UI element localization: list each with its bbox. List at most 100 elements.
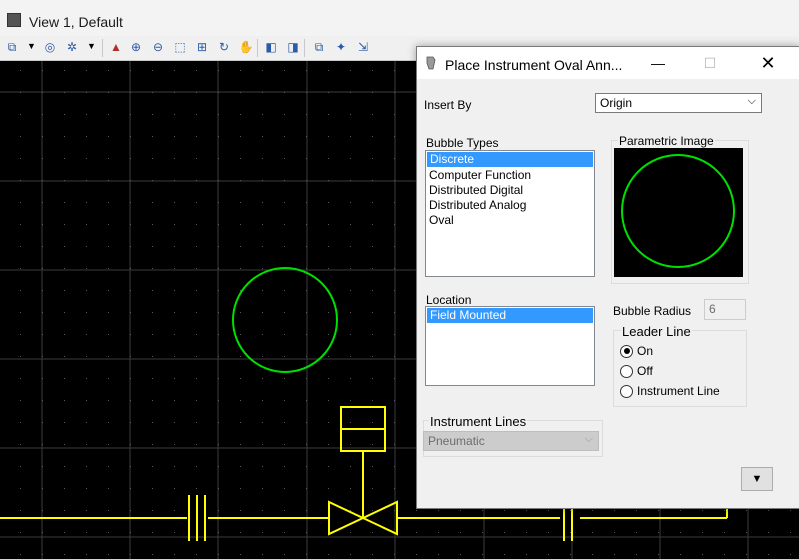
grid-dot (174, 356, 175, 357)
list-item[interactable]: Distributed Digital (426, 183, 594, 198)
leader-line-off-radio[interactable]: Off (620, 364, 653, 378)
grid-dot (152, 246, 153, 247)
camera-icon[interactable]: ✦ (333, 39, 349, 55)
grid-dot (658, 510, 659, 511)
dialog-titlebar[interactable]: Place Instrument Oval Ann... — ☐ ✕ (417, 47, 799, 79)
grid-dot (372, 422, 373, 423)
grid-dot (42, 202, 43, 203)
grid-dot (240, 158, 241, 159)
view-previous-icon[interactable]: ◧ (263, 39, 279, 55)
grid-dot (196, 246, 197, 247)
grid-dot (790, 532, 791, 533)
list-item[interactable]: Field Mounted (427, 308, 593, 323)
leader-line-instrument-radio[interactable]: Instrument Line (620, 384, 720, 398)
grid-dot (130, 400, 131, 401)
grid-dot (130, 290, 131, 291)
radio-label: Off (637, 364, 653, 378)
grid-dot (372, 136, 373, 137)
grid-dot (394, 554, 395, 555)
grid-dot (86, 202, 87, 203)
grid-dot (702, 532, 703, 533)
bubble-types-list[interactable]: Discrete Computer Function Distributed D… (425, 150, 595, 277)
grid-dot (394, 444, 395, 445)
grid-dot (130, 114, 131, 115)
insert-by-select[interactable]: Origin ⌵ (595, 93, 762, 113)
grid-dot (460, 532, 461, 533)
grid-dot (174, 378, 175, 379)
update-view-icon[interactable]: ▲ (108, 39, 124, 55)
grid-dot (130, 444, 131, 445)
leader-line-on-radio[interactable]: On (620, 344, 653, 358)
grid-dot (372, 378, 373, 379)
grid-dot (86, 356, 87, 357)
grid-dot (504, 510, 505, 511)
grid-dot (152, 70, 153, 71)
grid-dot (196, 136, 197, 137)
grid-dot (152, 444, 153, 445)
grid-dot (306, 466, 307, 467)
list-item[interactable]: Computer Function (426, 168, 594, 183)
grid-dot (64, 488, 65, 489)
fit-view-icon[interactable]: ⊞ (194, 39, 210, 55)
grid-dot (262, 92, 263, 93)
dialog-title: Place Instrument Oval Ann... (445, 57, 623, 73)
list-item[interactable]: Distributed Analog (426, 198, 594, 213)
bubble-radius-field: 6 (704, 299, 746, 320)
grid-dot (174, 180, 175, 181)
grid-dot (372, 202, 373, 203)
grid-dot (284, 510, 285, 511)
zoom-out-icon[interactable]: ⊖ (150, 39, 166, 55)
grid-dot (438, 532, 439, 533)
window-area-icon[interactable]: ⬚ (172, 39, 188, 55)
grid-dot (218, 444, 219, 445)
grid-dot (262, 554, 263, 555)
grid-dot (108, 334, 109, 335)
grid-dot (394, 158, 395, 159)
grid-dot (306, 334, 307, 335)
list-item[interactable]: Discrete (427, 152, 593, 167)
grid-dot (350, 554, 351, 555)
grid-dot (746, 510, 747, 511)
chevron-down-icon[interactable]: ▼ (27, 41, 36, 51)
grid-dot (394, 180, 395, 181)
grid-dot (284, 92, 285, 93)
zoom-in-icon[interactable]: ⊕ (128, 39, 144, 55)
grid-dot (306, 180, 307, 181)
list-item[interactable]: Oval (426, 213, 594, 228)
grid-dot (504, 554, 505, 555)
grid-dot (64, 180, 65, 181)
grid-dot (20, 290, 21, 291)
grid-dot (152, 202, 153, 203)
grid-dot (218, 312, 219, 313)
grid-dot (108, 400, 109, 401)
close-button[interactable]: ✕ (745, 47, 791, 79)
grid-dot (218, 158, 219, 159)
grid-dot (350, 444, 351, 445)
grid-dot (350, 158, 351, 159)
grid-dot (284, 554, 285, 555)
grid-dot (284, 180, 285, 181)
expand-button[interactable]: ▼ (741, 467, 773, 491)
grid-dot (152, 158, 153, 159)
grid-dot (20, 400, 21, 401)
navigate-icon[interactable]: ⇲ (355, 39, 371, 55)
chevron-down-icon[interactable]: ▼ (87, 41, 96, 51)
grid-dot (108, 136, 109, 137)
grid-dot (42, 422, 43, 423)
pan-icon[interactable]: ✋ (238, 39, 254, 55)
grid-dot (636, 510, 637, 511)
grid-dot (746, 532, 747, 533)
minimize-button[interactable]: — (635, 47, 681, 79)
render-icon[interactable]: ✲ (64, 39, 80, 55)
rotate-view-icon[interactable]: ↻ (216, 39, 232, 55)
levels-display-icon[interactable]: ◎ (42, 39, 58, 55)
location-list[interactable]: Field Mounted (425, 306, 595, 386)
grid-dot (64, 356, 65, 357)
view-attributes-icon[interactable]: ⧉ (4, 39, 20, 55)
copy-view-icon[interactable]: ⧉ (311, 39, 327, 55)
grid-dot (328, 334, 329, 335)
grid-dot (592, 532, 593, 533)
chevron-down-icon: ⌵ (584, 433, 593, 445)
view-next-icon[interactable]: ◨ (285, 39, 301, 55)
grid-dot (42, 290, 43, 291)
